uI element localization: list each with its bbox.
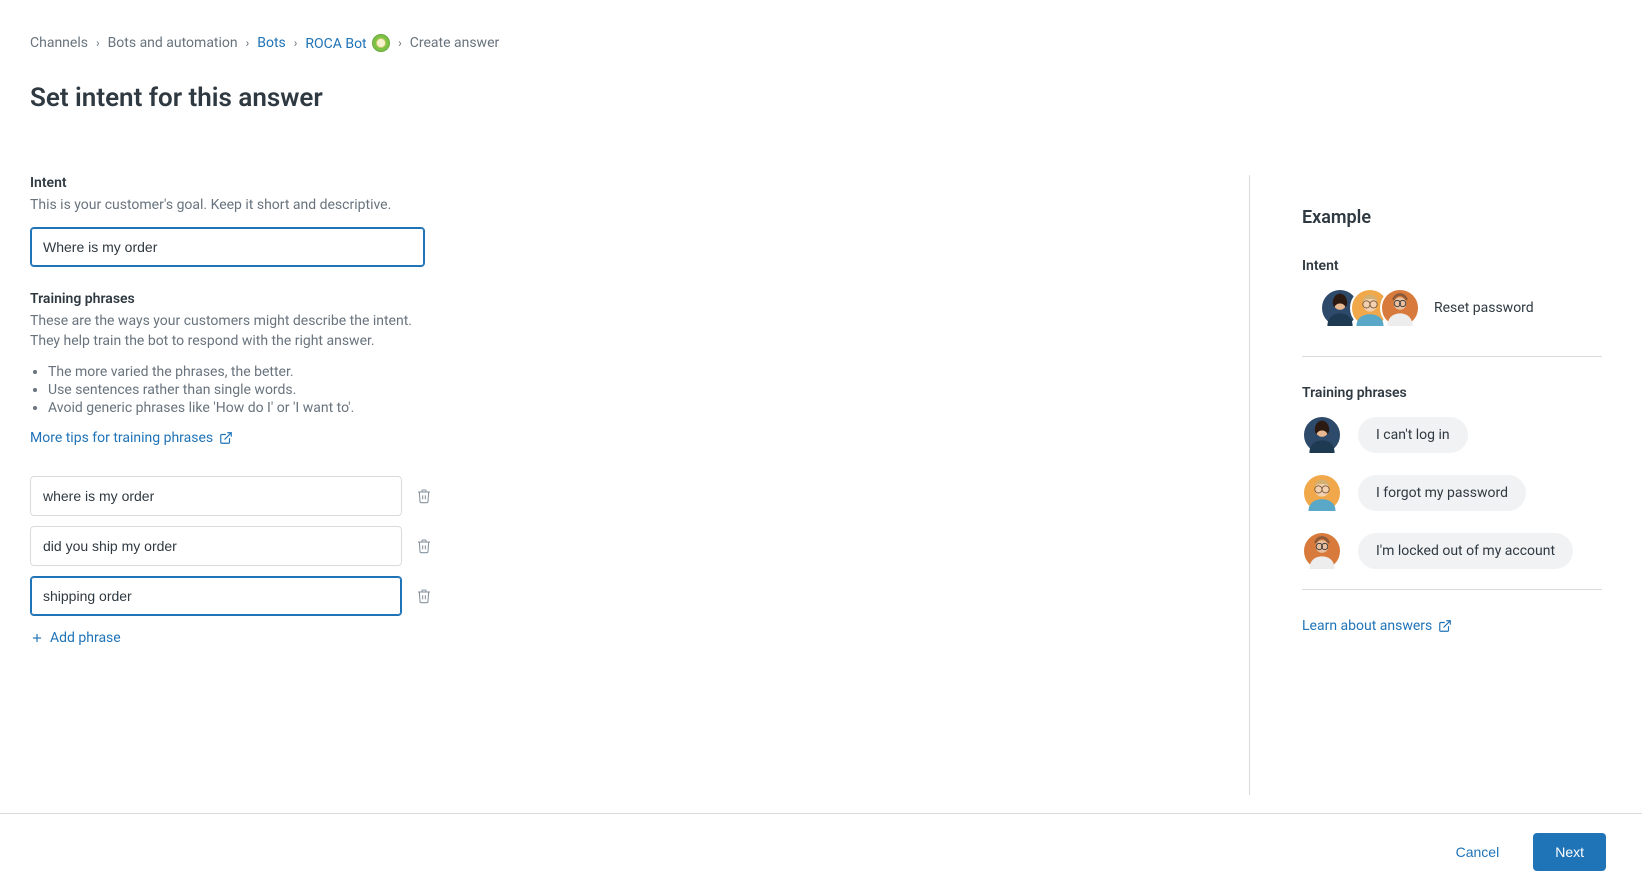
example-heading: Example (1302, 207, 1642, 228)
form-column: Intent This is your customer's goal. Kee… (0, 175, 432, 673)
external-link-icon (1438, 619, 1452, 633)
example-training-label: Training phrases (1302, 385, 1642, 401)
example-panel: Example Intent Reset password Training p… (1249, 175, 1642, 795)
phrase-row (30, 526, 432, 566)
example-phrase-row: I'm locked out of my account (1302, 531, 1642, 571)
trash-icon[interactable] (416, 537, 432, 555)
training-tip: Use sentences rather than single words. (48, 382, 432, 398)
phrase-row (30, 476, 432, 516)
footer-bar: Cancel Next (0, 813, 1642, 889)
training-tips: The more varied the phrases, the better.… (30, 364, 432, 416)
example-intent-label: Intent (1302, 258, 1642, 274)
add-phrase-button[interactable]: Add phrase (30, 630, 121, 646)
avatar-icon (1302, 473, 1342, 513)
example-phrase-bubble: I forgot my password (1358, 475, 1526, 511)
training-phrase-list: Add phrase (30, 476, 432, 649)
training-block: Training phrases These are the ways your… (30, 291, 432, 649)
bot-emoji-icon (372, 34, 390, 52)
phrase-input[interactable] (30, 476, 402, 516)
trash-icon[interactable] (416, 587, 432, 605)
example-phrase-row: I can't log in (1302, 415, 1642, 455)
example-phrase-row: I forgot my password (1302, 473, 1642, 513)
avatar-icon (1302, 531, 1342, 571)
chevron-right-icon: › (294, 36, 298, 50)
training-tip: Avoid generic phrases like 'How do I' or… (48, 400, 432, 416)
intent-label: Intent (30, 175, 432, 191)
learn-about-answers-link[interactable]: Learn about answers (1302, 618, 1452, 634)
phrase-input[interactable] (30, 526, 402, 566)
avatar-icon (1302, 415, 1342, 455)
breadcrumb: Channels › Bots and automation › Bots › … (0, 0, 1642, 52)
trash-icon[interactable] (416, 487, 432, 505)
more-tips-link[interactable]: More tips for training phrases (30, 430, 233, 446)
avatar-stack (1320, 288, 1420, 328)
divider (1302, 589, 1602, 590)
crumb-create-answer: Create answer (410, 35, 500, 51)
phrase-input[interactable] (30, 576, 402, 616)
external-link-icon (219, 431, 233, 445)
intent-help: This is your customer's goal. Keep it sh… (30, 195, 425, 215)
phrase-row (30, 576, 432, 616)
training-label: Training phrases (30, 291, 432, 307)
example-intent-value: Reset password (1434, 300, 1534, 316)
training-help: These are the ways your customers might … (30, 311, 425, 352)
intent-input[interactable] (30, 227, 425, 267)
crumb-channels[interactable]: Channels (30, 35, 88, 51)
chevron-right-icon: › (96, 36, 100, 50)
example-phrase-bubble: I'm locked out of my account (1358, 533, 1573, 569)
crumb-roca-bot[interactable]: ROCA Bot (305, 34, 390, 52)
crumb-bots[interactable]: Bots (257, 35, 286, 51)
crumb-bots-automation[interactable]: Bots and automation (108, 35, 238, 51)
avatar-icon (1380, 288, 1420, 328)
intent-block: Intent This is your customer's goal. Kee… (30, 175, 432, 267)
page-title: Set intent for this answer (0, 69, 1642, 113)
cancel-button[interactable]: Cancel (1450, 843, 1506, 861)
chevron-right-icon: › (246, 36, 250, 50)
example-phrase-bubble: I can't log in (1358, 417, 1468, 453)
next-button[interactable]: Next (1533, 833, 1606, 871)
divider (1302, 356, 1602, 357)
training-tip: The more varied the phrases, the better. (48, 364, 432, 380)
example-intent-row: Reset password (1320, 288, 1642, 328)
plus-icon (30, 631, 44, 645)
chevron-right-icon: › (398, 36, 402, 50)
